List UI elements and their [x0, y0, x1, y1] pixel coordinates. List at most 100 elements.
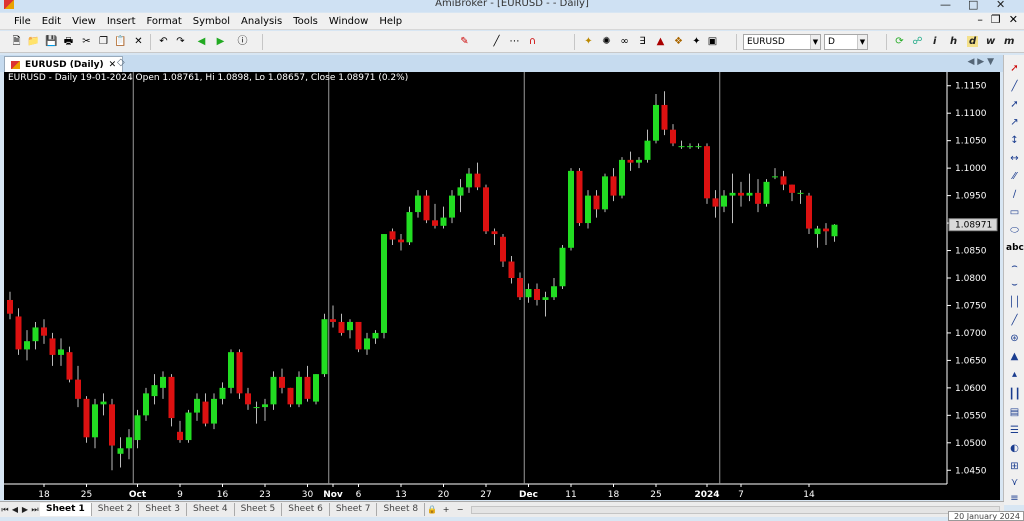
- mdi-restore-icon[interactable]: ❐: [991, 13, 1001, 26]
- tool-icon-4[interactable]: ∃: [636, 35, 649, 48]
- minimize-icon[interactable]: —: [940, 0, 951, 11]
- delete-icon[interactable]: ✕: [132, 35, 145, 48]
- next-sheet-icon[interactable]: ▶: [20, 505, 30, 514]
- sheet-tab-1[interactable]: Sheet 1: [40, 503, 92, 516]
- copy-icon[interactable]: ❐: [97, 35, 110, 48]
- gann-icon[interactable]: ⊛: [1006, 331, 1023, 346]
- prev-sheet-icon[interactable]: ◀: [10, 505, 20, 514]
- fib-extension-icon[interactable]: ☰: [1006, 423, 1023, 438]
- interval-combo[interactable]: D ▼: [824, 34, 868, 50]
- sheet-tab-8[interactable]: Sheet 8: [377, 503, 426, 516]
- info-icon[interactable]: ⓘ: [236, 35, 249, 48]
- fib-timezones-icon[interactable]: ┃┃: [1006, 387, 1023, 402]
- menu-symbol[interactable]: Symbol: [193, 16, 230, 27]
- menu-insert[interactable]: Insert: [107, 16, 136, 27]
- candle-body: [83, 398, 90, 438]
- vertical-line-icon[interactable]: ↕: [1006, 133, 1023, 148]
- last-sheet-icon[interactable]: ⏭: [30, 505, 40, 515]
- symbol-combo[interactable]: EURUSD ▼: [743, 34, 821, 50]
- fibonacci-fan-icon[interactable]: ╱: [1006, 313, 1023, 328]
- tab-scroll-icon[interactable]: ◀ ▶ ▼: [968, 57, 995, 67]
- sheet-tab-3[interactable]: Sheet 3: [139, 503, 188, 516]
- lock-icon[interactable]: 🔒: [425, 505, 439, 514]
- text-icon[interactable]: abc: [1006, 241, 1024, 256]
- fib-retracement-icon[interactable]: ▤: [1006, 405, 1023, 420]
- maximize-icon[interactable]: □: [968, 0, 978, 11]
- sheet-tab-6[interactable]: Sheet 6: [282, 503, 330, 516]
- sheet-tab-5[interactable]: Sheet 5: [235, 503, 283, 516]
- open-icon[interactable]: 📁: [27, 35, 40, 48]
- andrews-pitchfork-icon[interactable]: ⋎: [1006, 475, 1023, 490]
- trendline-icon[interactable]: ╱: [1006, 79, 1023, 94]
- tool-icon-5[interactable]: ▲: [654, 35, 667, 48]
- tool-icon-3[interactable]: ∞: [618, 35, 631, 48]
- arc2-icon[interactable]: ⌣: [1006, 277, 1023, 292]
- print-icon[interactable]: 🖶: [62, 35, 75, 48]
- timeframe-hourly[interactable]: h: [950, 36, 957, 47]
- chart-tab[interactable]: EURUSD (Daily) ✕: [4, 56, 124, 72]
- mdi-minimize-icon[interactable]: –: [977, 13, 983, 26]
- mdi-close-icon[interactable]: ✕: [1009, 13, 1018, 26]
- horizontal-scrollbar[interactable]: [471, 505, 1000, 514]
- arrow-icon[interactable]: ▲: [1006, 349, 1023, 364]
- chevron-down-icon[interactable]: ▼: [810, 35, 820, 49]
- ellipse-icon[interactable]: ⬭: [1006, 223, 1023, 238]
- arc-icon[interactable]: ⌢: [1006, 259, 1023, 274]
- menu-analysis[interactable]: Analysis: [241, 16, 282, 27]
- new-tab-icon[interactable]: ◇: [117, 57, 125, 68]
- grid-icon[interactable]: ⊞: [1006, 459, 1023, 474]
- candlestick-chart[interactable]: 1.11501.11001.10501.10001.09501.09001.08…: [4, 72, 1000, 500]
- add-sheet-icon[interactable]: +: [439, 505, 453, 514]
- fib-arc-icon[interactable]: ◐: [1006, 441, 1023, 456]
- timeframe-intraday[interactable]: i: [933, 36, 936, 47]
- forward-icon[interactable]: ▶: [214, 35, 227, 48]
- menu-file[interactable]: File: [14, 16, 31, 27]
- menu-view[interactable]: View: [72, 16, 96, 27]
- sheet-tab-7[interactable]: Sheet 7: [330, 503, 378, 516]
- link-icon[interactable]: ☍: [911, 35, 924, 48]
- tool-icon-7[interactable]: ✦: [690, 35, 703, 48]
- new-icon[interactable]: 🗎: [10, 35, 23, 48]
- close-icon[interactable]: ✕: [996, 0, 1005, 11]
- horizontal-line-icon[interactable]: ↔: [1006, 151, 1023, 166]
- menu-window[interactable]: Window: [329, 16, 368, 27]
- back-icon[interactable]: ◀: [195, 35, 208, 48]
- scroll-up-icon[interactable]: ▴: [1006, 367, 1023, 382]
- ray-icon[interactable]: ➚: [1006, 97, 1023, 112]
- menu-tools[interactable]: Tools: [293, 16, 318, 27]
- redo-icon[interactable]: ↷: [174, 35, 187, 48]
- magnet-icon[interactable]: ∩: [526, 35, 539, 48]
- cursor-icon[interactable]: ➚: [1006, 61, 1023, 76]
- timeframe-daily[interactable]: d: [967, 36, 979, 47]
- menu-format[interactable]: Format: [147, 16, 182, 27]
- sheet-tab-4[interactable]: Sheet 4: [187, 503, 235, 516]
- tool-icon-8[interactable]: ▣: [706, 35, 719, 48]
- cycles-icon[interactable]: ││: [1006, 295, 1023, 310]
- first-sheet-icon[interactable]: ⏮: [0, 505, 10, 515]
- tool-icon-2[interactable]: ✺: [600, 35, 613, 48]
- tool-icon-6[interactable]: ❖: [672, 35, 685, 48]
- close-tab-icon[interactable]: ✕: [109, 60, 117, 70]
- rectangle-icon[interactable]: ▭: [1006, 205, 1023, 220]
- price-chart[interactable]: 1.11501.11001.10501.10001.09501.09001.08…: [4, 72, 1000, 500]
- properties-icon[interactable]: ≡: [1006, 491, 1023, 506]
- refresh-icon[interactable]: ⟳: [893, 35, 906, 48]
- extended-line-icon[interactable]: ↗: [1006, 115, 1023, 130]
- undo-icon[interactable]: ↶: [157, 35, 170, 48]
- cut-icon[interactable]: ✂: [80, 35, 93, 48]
- sheet-tab-2[interactable]: Sheet 2: [92, 503, 140, 516]
- timeframe-weekly[interactable]: w: [986, 36, 995, 47]
- parallel-lines-icon[interactable]: ⁄⁄: [1006, 169, 1023, 184]
- pen-color-icon[interactable]: ✎: [458, 35, 471, 48]
- tool-icon-1[interactable]: ✦: [582, 35, 595, 48]
- menu-help[interactable]: Help: [379, 16, 402, 27]
- remove-sheet-icon[interactable]: −: [453, 505, 467, 514]
- dotted-line-icon[interactable]: ⋯: [508, 35, 521, 48]
- line-icon[interactable]: ╱: [490, 35, 503, 48]
- save-icon[interactable]: 💾: [45, 35, 58, 48]
- channel-icon[interactable]: ∕: [1006, 187, 1023, 202]
- chevron-down-icon[interactable]: ▼: [857, 35, 867, 49]
- menu-edit[interactable]: Edit: [42, 16, 61, 27]
- paste-icon[interactable]: 📋: [114, 35, 127, 48]
- timeframe-monthly[interactable]: m: [1004, 36, 1014, 47]
